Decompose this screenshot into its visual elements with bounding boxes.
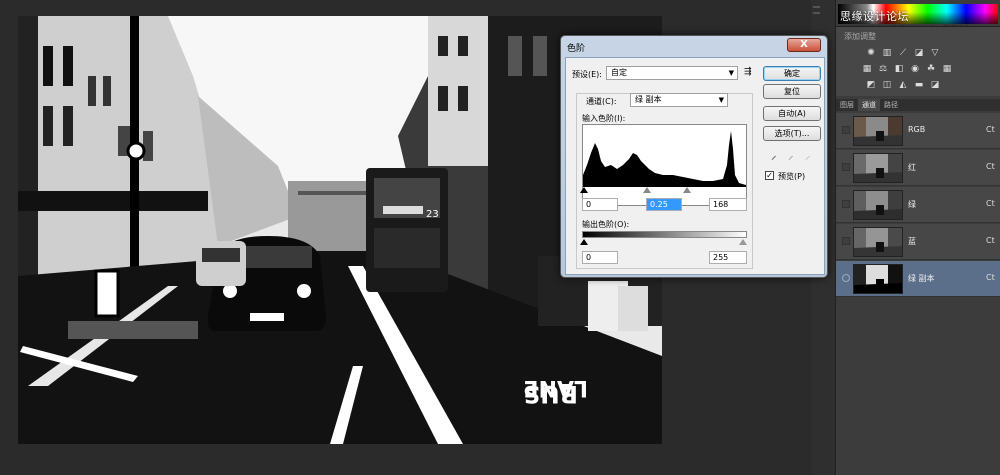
- output-white-field[interactable]: 255: [709, 251, 747, 264]
- histogram-graph: [583, 131, 746, 187]
- color-balance-icon[interactable]: ⚖: [878, 64, 888, 74]
- output-gradient-bar: [582, 231, 747, 238]
- preset-options-icon[interactable]: ⇶: [744, 67, 752, 77]
- svg-text:LANE: LANE: [524, 375, 589, 400]
- photo-filter-icon[interactable]: ◉: [910, 64, 920, 74]
- channel-shortcut: Ct: [986, 199, 995, 208]
- preset-select[interactable]: 自定 ▼: [606, 66, 738, 80]
- input-gamma-slider[interactable]: [643, 187, 651, 193]
- dialog-body: 预设(E): 自定 ▼ ⇶ 通道(C): 绿 副本 ▼ 输入色阶(I): 0 0…: [565, 57, 825, 275]
- visibility-toggle[interactable]: [842, 163, 850, 171]
- output-black-field[interactable]: 0: [582, 251, 618, 264]
- gray-eyedropper-icon[interactable]: ⸝: [788, 148, 794, 163]
- channel-name: 绿: [908, 200, 916, 209]
- panel-tabs: 图层 通道 路径: [836, 99, 1000, 111]
- preset-label: 预设(E):: [572, 70, 602, 79]
- histogram: [582, 124, 747, 206]
- channel-row-green[interactable]: 绿 Ct: [836, 187, 1000, 223]
- black-white-icon[interactable]: ◧: [894, 64, 904, 74]
- channel-shortcut: Ct: [986, 236, 995, 245]
- preview-label: 预览(P): [778, 172, 806, 181]
- adjustment-icons-row: ✺ ▥ ⟋ ◪ ▽: [866, 48, 940, 58]
- tab-channels[interactable]: 通道: [858, 99, 880, 111]
- channel-select[interactable]: 绿 副本 ▼: [630, 93, 728, 107]
- chevron-down-icon: ▼: [718, 96, 724, 104]
- output-black-slider[interactable]: [580, 239, 588, 245]
- channel-row-rgb[interactable]: RGB Ct: [836, 113, 1000, 149]
- levels-dialog: 色阶 X 预设(E): 自定 ▼ ⇶ 通道(C): 绿 副本 ▼ 输入色阶(I)…: [560, 35, 828, 278]
- channel-thumbnail: [853, 116, 903, 146]
- channel-thumbnail: [853, 227, 903, 257]
- threshold-icon[interactable]: ◭: [898, 80, 908, 90]
- channel-row-green-copy[interactable]: 绿 副本 Ct: [836, 261, 1000, 297]
- levels-icon[interactable]: ▥: [882, 48, 892, 58]
- adjustment-icons-row: ◩ ◫ ◭ ▬ ◪: [866, 80, 940, 90]
- visibility-toggle[interactable]: [842, 126, 850, 134]
- reset-button[interactable]: 复位: [763, 84, 821, 99]
- svg-text:23: 23: [426, 209, 439, 220]
- panel-grip[interactable]: [813, 12, 820, 14]
- adjustments-panel: 添加调整 ✺ ▥ ⟋ ◪ ▽ ▦ ⚖ ◧ ◉ ☘ ▦ ◩ ◫ ◭ ▬ ◪: [836, 26, 1000, 96]
- exposure-icon[interactable]: ◪: [914, 48, 924, 58]
- tab-paths[interactable]: 路径: [880, 99, 902, 111]
- channel-shortcut: Ct: [986, 125, 995, 134]
- dialog-title: 色阶: [567, 44, 586, 54]
- channel-shortcut: Ct: [986, 273, 995, 282]
- input-white-field[interactable]: 168: [709, 198, 747, 211]
- input-gamma-field[interactable]: 0.25: [646, 198, 682, 211]
- channel-name: 红: [908, 163, 916, 172]
- brightness-contrast-icon[interactable]: ✺: [866, 48, 876, 58]
- curves-icon[interactable]: ⟋: [898, 48, 908, 58]
- eye-icon[interactable]: [842, 274, 850, 282]
- output-white-slider[interactable]: [739, 239, 747, 245]
- preset-value: 自定: [611, 68, 627, 77]
- color-lookup-icon[interactable]: ▦: [942, 64, 952, 74]
- output-levels-label: 输出色阶(O):: [582, 220, 630, 229]
- channel-row-blue[interactable]: 蓝 Ct: [836, 224, 1000, 260]
- input-white-slider[interactable]: [683, 187, 691, 193]
- channel-name: RGB: [908, 125, 926, 134]
- white-eyedropper-icon[interactable]: ⸝: [805, 148, 811, 163]
- adjustments-title: 添加调整: [844, 32, 876, 41]
- channel-thumbnail: [853, 153, 903, 183]
- invert-icon[interactable]: ◩: [866, 80, 876, 90]
- channel-row-red[interactable]: 红 Ct: [836, 150, 1000, 186]
- panel-grip[interactable]: [813, 6, 820, 8]
- chevron-down-icon: ▼: [728, 69, 734, 77]
- channel-label: 通道(C):: [586, 97, 617, 106]
- gradient-map-icon[interactable]: ▬: [914, 80, 924, 90]
- visibility-toggle[interactable]: [842, 237, 850, 245]
- adjustment-icons-row: ▦ ⚖ ◧ ◉ ☘ ▦: [862, 64, 952, 74]
- visibility-toggle[interactable]: [842, 200, 850, 208]
- channel-name: 绿 副本: [908, 274, 935, 283]
- vibrance-icon[interactable]: ▽: [930, 48, 940, 58]
- close-button[interactable]: X: [787, 38, 821, 52]
- input-black-field[interactable]: 0: [582, 198, 618, 211]
- channel-thumbnail: [853, 264, 903, 294]
- input-black-slider[interactable]: [580, 187, 588, 193]
- auto-button[interactable]: 自动(A): [763, 106, 821, 121]
- black-eyedropper-icon[interactable]: ⸝: [771, 148, 777, 163]
- selective-color-icon[interactable]: ◪: [930, 80, 940, 90]
- channel-mixer-icon[interactable]: ☘: [926, 64, 936, 74]
- channel-name: 蓝: [908, 237, 916, 246]
- options-button[interactable]: 选项(T)...: [763, 126, 821, 141]
- tab-layers[interactable]: 图层: [836, 99, 858, 111]
- channel-value: 绿 副本: [635, 95, 662, 104]
- posterize-icon[interactable]: ◫: [882, 80, 892, 90]
- input-levels-label: 输入色阶(I):: [582, 114, 626, 123]
- channel-thumbnail: [853, 190, 903, 220]
- preview-checkbox[interactable]: ✓: [765, 171, 774, 180]
- ok-button[interactable]: 确定: [763, 66, 821, 81]
- channel-shortcut: Ct: [986, 162, 995, 171]
- hue-saturation-icon[interactable]: ▦: [862, 64, 872, 74]
